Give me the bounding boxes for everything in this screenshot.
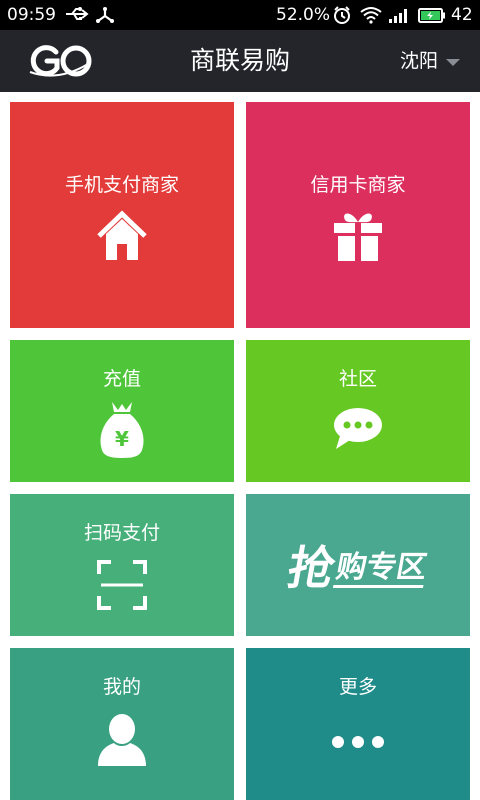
scan-frame-icon — [97, 560, 147, 614]
flash-sale-banner: 抢 购专区 — [233, 494, 480, 636]
more-dots-icon — [331, 734, 385, 753]
tile-label: 手机支付商家 — [64, 174, 179, 196]
tile-more[interactable]: 更多 — [246, 648, 470, 800]
chevron-down-icon — [446, 58, 460, 66]
tile-recharge[interactable]: 充值 ¥ — [10, 340, 234, 482]
gift-icon — [331, 208, 385, 266]
signal-icon — [388, 6, 412, 29]
status-time: 09:59 — [7, 5, 56, 25]
tile-label: 信用卡商家 — [310, 174, 406, 196]
tile-community[interactable]: 社区 — [246, 340, 470, 482]
tile-credit-card-merchants[interactable]: 信用卡商家 — [246, 102, 470, 328]
fork-icon — [95, 6, 115, 29]
tile-label: 更多 — [338, 676, 377, 698]
flash-sale-text: 购专区 — [333, 550, 430, 588]
tile-label: 社区 — [338, 368, 377, 390]
tile-label: 扫码支付 — [83, 522, 160, 544]
flash-sale-big-char: 抢 — [283, 541, 338, 595]
tile-flash-sale[interactable]: 抢 购专区 — [246, 494, 470, 636]
svg-text:¥: ¥ — [115, 427, 129, 451]
tile-label: 我的 — [102, 676, 141, 698]
city-selector[interactable]: 沈阳 — [400, 30, 460, 92]
tile-label: 充值 — [102, 368, 141, 390]
home-icon — [96, 210, 148, 266]
app-header: 商联易购 沈阳 — [0, 30, 480, 92]
status-bar: 09:59 52.0% 42 — [0, 0, 480, 30]
tile-mine[interactable]: 我的 — [10, 648, 234, 800]
chat-bubble-icon — [332, 406, 384, 454]
money-bag-icon: ¥ — [98, 398, 146, 464]
city-label: 沈阳 — [399, 50, 438, 72]
tile-mobile-pay-merchants[interactable]: 手机支付商家 — [10, 102, 234, 328]
usb-icon — [64, 6, 90, 27]
alarm-icon — [333, 6, 351, 29]
tile-scan-pay[interactable]: 扫码支付 — [10, 494, 234, 636]
battery-charging-icon — [418, 8, 446, 28]
user-icon — [96, 712, 148, 770]
battery-number: 42 — [451, 5, 473, 25]
wifi-icon — [360, 6, 382, 29]
battery-percent: 52.0% — [276, 5, 331, 25]
